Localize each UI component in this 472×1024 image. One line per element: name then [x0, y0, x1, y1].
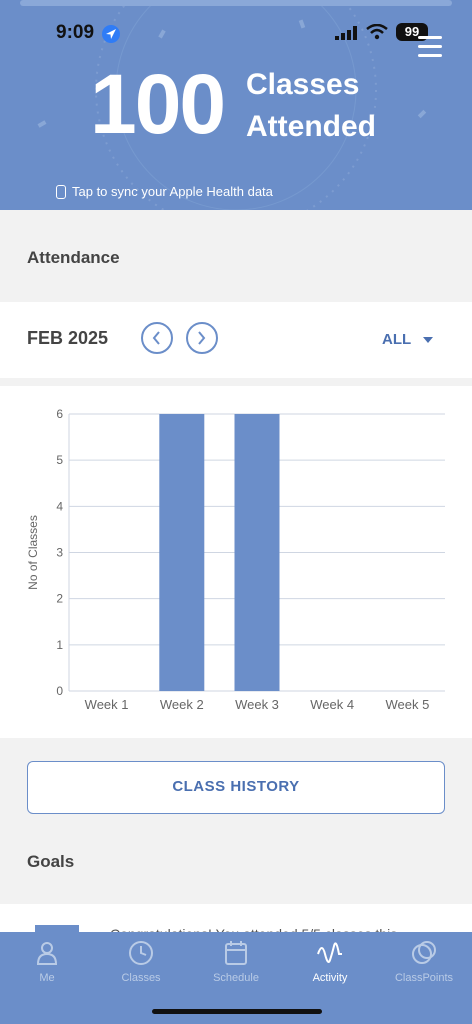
- wifi-icon: [366, 24, 388, 40]
- y-tick-label: 1: [56, 638, 63, 652]
- y-tick-label: 5: [56, 453, 63, 467]
- month-label: FEB 2025: [27, 328, 109, 348]
- class-history-button[interactable]: CLASS HISTORY: [27, 761, 445, 814]
- status-time: 9:09: [56, 22, 95, 43]
- profile-header: 9:09 99 100 Classes Attended Tap to sync…: [0, 0, 472, 210]
- goals-title: Goals: [27, 852, 75, 871]
- tab-me[interactable]: Me: [0, 940, 94, 984]
- calendar-icon: [225, 941, 247, 965]
- tab-label: ClassPoints: [394, 972, 454, 984]
- filter-value: ALL: [382, 331, 412, 348]
- activity-wave-icon: [317, 942, 342, 963]
- y-tick-label: 2: [56, 592, 63, 606]
- attendance-bar-chart: 0 1 2 3 4 5 6 Week 1 Week 2 Week 3 Week 4 Week 5 No …: [26, 407, 445, 712]
- hamburger-menu-icon[interactable]: [418, 36, 442, 60]
- x-tick-label: Week 4: [310, 697, 354, 712]
- y-tick-label: 0: [56, 684, 63, 698]
- attendance-chart: 0 1 2 3 4 5 6 Week 1 Week 2 Week 3 Week 4 Week 5 No …: [0, 386, 472, 738]
- bar: [159, 414, 205, 691]
- tab-schedule[interactable]: Schedule: [189, 940, 283, 984]
- person-icon: [36, 942, 58, 965]
- dropdown-triangle-icon: [423, 336, 434, 343]
- bar: [234, 414, 280, 691]
- attendance-title: Attendance: [27, 248, 120, 267]
- status-bar: 9:09 99: [0, 18, 472, 48]
- x-tick-label: Week 5: [385, 697, 429, 712]
- previous-month-button[interactable]: [141, 322, 173, 354]
- label-line-2: Attended: [246, 110, 376, 143]
- tab-label: Classes: [121, 972, 161, 984]
- tab-label: Me: [39, 972, 55, 984]
- y-tick-label: 6: [56, 407, 63, 421]
- chevron-right-icon: [198, 331, 206, 345]
- classes-attended-count: 100: [90, 57, 226, 151]
- label-line-1: Classes: [246, 68, 360, 101]
- tab-activity[interactable]: Activity: [283, 940, 377, 984]
- x-tick-label: Week 3: [235, 697, 279, 712]
- filter-dropdown[interactable]: ALL: [382, 331, 434, 348]
- home-indicator: [152, 1009, 322, 1014]
- x-tick-label: Week 1: [85, 697, 129, 712]
- apple-health-sync-link[interactable]: Tap to sync your Apple Health data: [56, 184, 273, 199]
- y-axis-label: No of Classes: [26, 515, 40, 590]
- y-tick-label: 4: [56, 499, 63, 513]
- clock-icon: [129, 941, 153, 965]
- tab-label: Activity: [312, 972, 348, 984]
- cellular-signal-icon: [335, 26, 357, 40]
- tab-label: Schedule: [213, 972, 259, 984]
- watch-icon: [56, 184, 66, 199]
- tab-classpoints[interactable]: ClassPoints: [377, 940, 471, 984]
- y-tick-label: 3: [56, 546, 63, 560]
- location-arrow-icon: [102, 25, 120, 43]
- chevron-left-icon: [152, 331, 160, 345]
- classpoints-icon: [412, 941, 436, 964]
- classes-attended-label: Classes Attended: [246, 64, 376, 148]
- sync-text: Tap to sync your Apple Health data: [72, 184, 273, 199]
- next-month-button[interactable]: [186, 322, 218, 354]
- tab-classes[interactable]: Classes: [94, 940, 188, 984]
- x-tick-label: Week 2: [160, 697, 204, 712]
